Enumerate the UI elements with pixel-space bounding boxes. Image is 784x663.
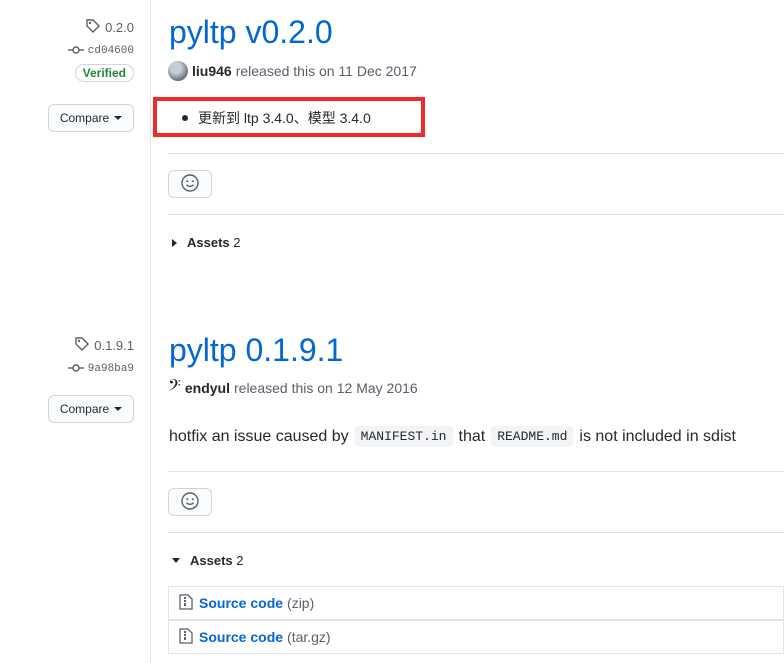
- assets-count: 2: [233, 235, 241, 250]
- commit-sha: 9a98ba9: [87, 362, 134, 375]
- release-meta-2: 0.1.9.1 9a98ba9: [67, 336, 134, 376]
- assets-toggle[interactable]: Assets 2: [172, 235, 241, 250]
- body-text-post: is not included in sdist: [579, 427, 736, 445]
- compare-button[interactable]: Compare: [48, 104, 134, 132]
- separator: [168, 532, 784, 533]
- add-reaction-button[interactable]: [168, 488, 212, 516]
- author-link[interactable]: liu946: [192, 63, 232, 79]
- tag-name: 0.2.0: [105, 20, 134, 35]
- verified-badge[interactable]: Verified: [74, 64, 134, 82]
- code-manifest: MANIFEST.in: [354, 426, 453, 447]
- release-byline: liu946 released this on 11 Dec 2017: [168, 61, 417, 81]
- release-byline: 𝄢 endyul released this on 12 May 2016: [168, 378, 418, 398]
- release-body: hotfix an issue caused by MANIFEST.in th…: [169, 426, 736, 447]
- source-code-targz-link[interactable]: Source code (tar.gz): [199, 629, 331, 645]
- smiley-icon: [181, 491, 199, 513]
- release-note-item: 更新到 ltp 3.4.0、模型 3.4.0: [182, 108, 371, 128]
- tag-name: 0.1.9.1: [94, 338, 134, 353]
- tag-link[interactable]: 0.1.9.1: [68, 336, 134, 355]
- bullet: [182, 115, 188, 121]
- timeline-divider: [150, 0, 151, 663]
- music-clef-icon[interactable]: 𝄢: [168, 378, 181, 398]
- release-title[interactable]: pyltp v0.2.0: [169, 14, 333, 51]
- assets-label: Assets: [190, 553, 233, 568]
- caret-down-icon: [114, 116, 123, 120]
- tag-link[interactable]: 0.2.0: [68, 18, 134, 37]
- separator: [168, 153, 784, 154]
- asset-row-targz: Source code (tar.gz): [168, 620, 784, 654]
- release-meta-1: 0.2.0 cd04600 Verified: [67, 18, 134, 82]
- commit-icon: [67, 43, 84, 58]
- compare-button[interactable]: Compare: [48, 395, 134, 423]
- body-text-pre: hotfix an issue caused by: [169, 427, 349, 445]
- author-link[interactable]: endyul: [185, 380, 230, 396]
- compare-label: Compare: [59, 111, 110, 125]
- separator: [168, 214, 784, 215]
- asset-row-zip: Source code (zip): [168, 586, 784, 620]
- assets-count: 2: [236, 553, 244, 568]
- commit-sha: cd04600: [87, 44, 134, 57]
- smiley-icon: [181, 173, 199, 195]
- commit-link[interactable]: cd04600: [67, 43, 134, 58]
- commit-icon: [67, 361, 84, 376]
- compare-label: Compare: [59, 402, 110, 416]
- add-reaction-button[interactable]: [168, 170, 212, 198]
- assets-toggle[interactable]: Assets 2: [172, 553, 244, 568]
- released-text: released this on 11 Dec 2017: [235, 63, 417, 79]
- released-text: released this on 12 May 2016: [234, 380, 418, 396]
- code-readme: README.md: [491, 426, 574, 447]
- body-text-mid: that: [458, 427, 486, 445]
- caret-down-icon: [114, 407, 123, 411]
- commit-link[interactable]: 9a98ba9: [67, 361, 134, 376]
- avatar[interactable]: [168, 61, 188, 81]
- source-code-zip-link[interactable]: Source code (zip): [199, 595, 314, 611]
- release-title[interactable]: pyltp 0.1.9.1: [169, 332, 343, 369]
- triangle-right-icon: [172, 238, 177, 247]
- release-note-text: 更新到 ltp 3.4.0、模型 3.4.0: [198, 110, 371, 126]
- zip-file-icon: [179, 593, 193, 613]
- tag-icon: [85, 18, 101, 37]
- triangle-down-icon: [172, 558, 180, 563]
- tag-icon: [74, 336, 90, 355]
- assets-label: Assets: [187, 235, 230, 250]
- separator: [168, 471, 784, 472]
- zip-file-icon: [179, 627, 193, 647]
